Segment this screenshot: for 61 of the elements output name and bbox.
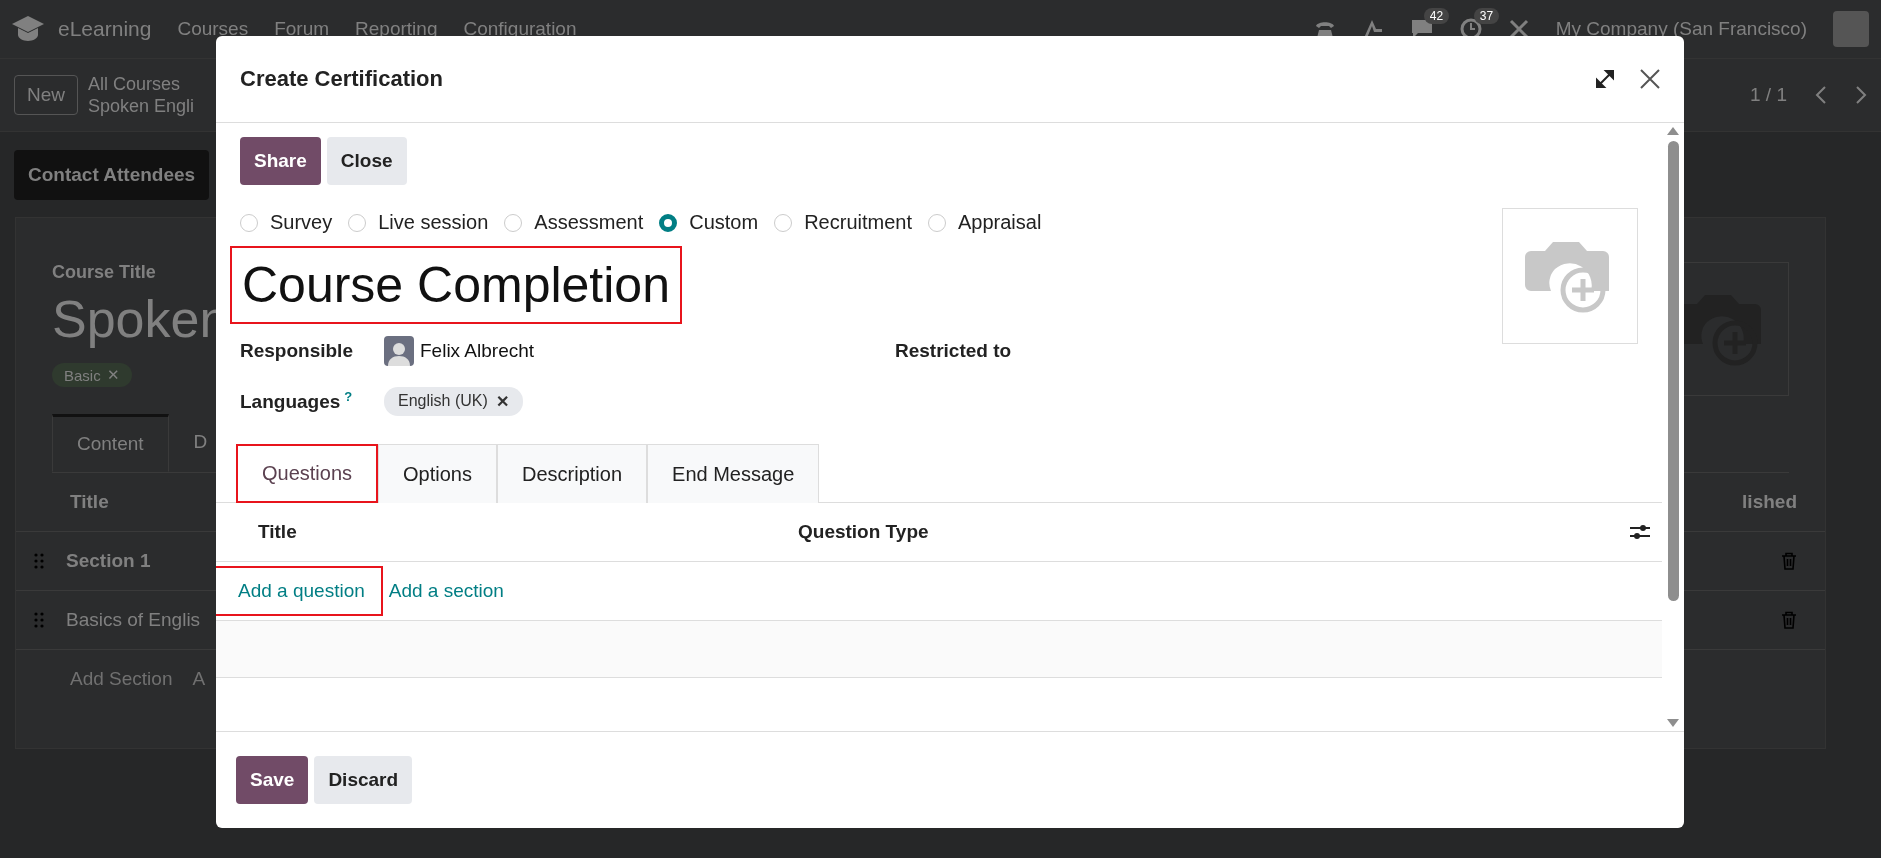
certification-name-field[interactable]: Course Completion (230, 246, 682, 324)
secondary-button[interactable]: Discard (314, 756, 413, 804)
radio-option[interactable]: Custom (659, 211, 759, 234)
scrollbar-thumb[interactable] (1667, 141, 1679, 601)
add-link[interactable]: Add a question (216, 566, 383, 616)
secondary-button[interactable]: Close (326, 137, 407, 185)
column-header: Title (70, 491, 109, 513)
radio-option[interactable]: Appraisal (927, 211, 1042, 234)
message-count: 42 (1423, 8, 1450, 24)
column-settings-icon[interactable] (1630, 523, 1650, 541)
add-link[interactable]: Add a section (382, 566, 510, 616)
add-link[interactable]: Add Section (70, 668, 173, 690)
user-avatar (384, 336, 414, 366)
menu-item[interactable]: Forum (274, 18, 330, 40)
column-header: Question Type (798, 521, 929, 543)
field-label: Languages $^{?}$ (240, 388, 354, 414)
graduation-cap-icon[interactable] (12, 16, 44, 42)
contact-attendees-button[interactable]: Contact Attendees (14, 149, 210, 200)
close-icon[interactable] (1640, 69, 1660, 89)
chevron-right-icon[interactable] (1855, 85, 1867, 105)
breadcrumb-current: Spoken Engli (88, 95, 195, 117)
language-tag-label: English (UK) (398, 392, 488, 410)
scroll-down-arrow-icon[interactable] (1667, 719, 1679, 727)
drag-handle-icon[interactable] (34, 553, 44, 569)
menu-item[interactable]: Reporting (355, 18, 438, 40)
lesson-title[interactable]: Basics of Englis (66, 609, 201, 631)
radio-option[interactable]: Survey (240, 211, 333, 234)
chevron-left-icon[interactable] (1815, 85, 1827, 105)
new-button[interactable]: New (14, 75, 78, 115)
primary-button[interactable]: Save (236, 756, 309, 804)
section-title[interactable]: Section 1 (66, 550, 151, 572)
radio-option[interactable]: Live session (348, 211, 489, 234)
drag-handle-icon[interactable] (34, 612, 44, 628)
menu-item[interactable]: Courses (177, 18, 249, 40)
tab[interactable]: Options (378, 444, 497, 503)
breadcrumb-link[interactable]: All Courses (88, 73, 195, 95)
pager-value[interactable]: 1 / 1 (1750, 84, 1787, 106)
add-link[interactable]: A (192, 668, 206, 690)
tab[interactable]: End Message (647, 444, 820, 503)
dialog-title: Create Certification (240, 66, 443, 92)
radio-option[interactable]: Assessment (504, 211, 644, 234)
tab[interactable]: Content (52, 414, 169, 472)
tag-label: Basic (64, 366, 101, 384)
field-label: Restricted to (895, 340, 1012, 362)
responsible-field[interactable]: Felix Albrecht (420, 340, 535, 362)
primary-button[interactable]: Share (240, 137, 321, 185)
radio-option[interactable]: Recruitment (774, 211, 912, 234)
remove-tag-button[interactable]: ✕ (106, 366, 120, 384)
scroll-up-arrow-icon[interactable] (1667, 127, 1679, 135)
field-label: Responsible (240, 340, 354, 362)
menu-item[interactable]: Configuration (463, 18, 577, 40)
field-label: Course Title (52, 262, 157, 283)
tab[interactable]: Description (497, 444, 648, 503)
remove-tag-button[interactable]: ✕ (495, 391, 509, 411)
tab[interactable]: Questions (236, 444, 379, 503)
company-switcher[interactable]: My Company (San Francisco) (1555, 18, 1807, 40)
app-name[interactable]: eLearning (58, 17, 152, 41)
column-header: Title (258, 521, 298, 543)
column-header: lished (1742, 491, 1797, 513)
expand-icon[interactable] (1596, 70, 1614, 88)
activity-count: 37 (1473, 8, 1500, 24)
